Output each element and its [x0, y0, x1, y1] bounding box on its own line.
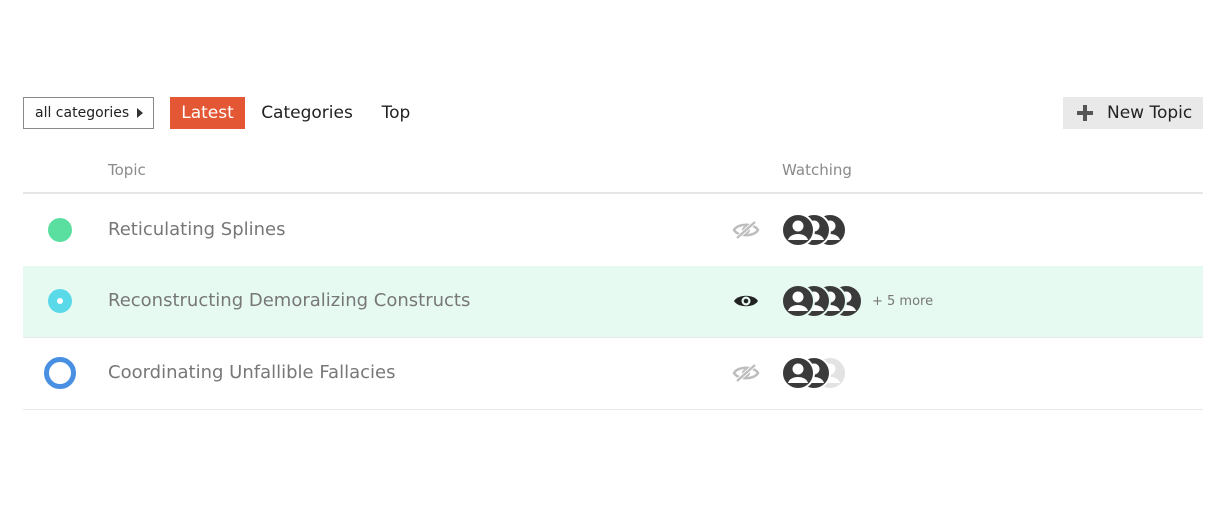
- status-dot-icon: [48, 218, 72, 242]
- table-row: Coordinating Unfallible Fallacies: [23, 338, 1203, 410]
- avatar[interactable]: [781, 213, 815, 247]
- toolbar: all categories Latest Categories Top New…: [23, 97, 1203, 129]
- table-header: Topic Watching: [23, 158, 1203, 194]
- topic-title[interactable]: Reticulating Splines: [108, 219, 286, 240]
- eye-slash-icon[interactable]: [732, 219, 760, 241]
- tab-latest[interactable]: Latest: [170, 97, 245, 129]
- topic-title[interactable]: Coordinating Unfallible Fallacies: [108, 362, 395, 383]
- more-watchers-link[interactable]: + 5 more: [872, 294, 933, 309]
- status-dot-icon: [48, 289, 72, 313]
- topic-title[interactable]: Reconstructing Demoralizing Constructs: [108, 290, 470, 311]
- new-topic-label: New Topic: [1107, 103, 1193, 123]
- header-watching: Watching: [782, 161, 852, 179]
- plus-icon: [1077, 105, 1093, 121]
- category-dropdown[interactable]: all categories: [23, 97, 154, 129]
- watcher-avatars: [781, 356, 941, 390]
- new-topic-button[interactable]: New Topic: [1063, 97, 1203, 129]
- watcher-avatars: [781, 213, 941, 247]
- eye-icon[interactable]: [732, 290, 760, 312]
- table-row: Reconstructing Demoralizing Constructs +…: [23, 266, 1203, 338]
- tab-categories[interactable]: Categories: [261, 97, 353, 129]
- header-topic: Topic: [108, 161, 146, 179]
- avatar[interactable]: [781, 284, 815, 318]
- topic-list-page: all categories Latest Categories Top New…: [0, 0, 1226, 516]
- category-dropdown-label: all categories: [35, 105, 130, 121]
- avatar[interactable]: [781, 356, 815, 390]
- eye-slash-icon[interactable]: [732, 362, 760, 384]
- table-row: Reticulating Splines: [23, 195, 1203, 267]
- status-ring-icon: [44, 357, 76, 389]
- tab-top[interactable]: Top: [381, 97, 411, 129]
- caret-right-icon: [137, 108, 143, 118]
